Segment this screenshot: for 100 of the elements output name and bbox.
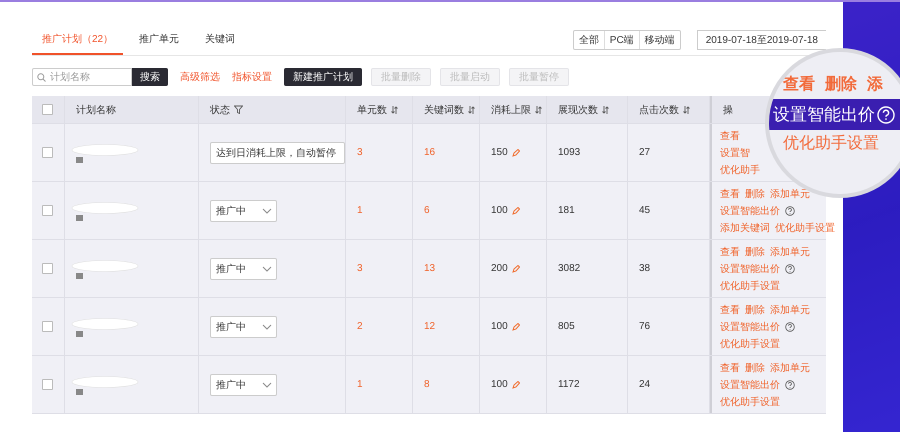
- square-icon: [76, 272, 83, 278]
- status-dropdown[interactable]: 推广中: [210, 374, 277, 396]
- status-dropdown[interactable]: 推广中: [210, 200, 277, 222]
- square-icon: [76, 214, 83, 220]
- unit-count-link[interactable]: 1: [357, 379, 363, 390]
- link[interactable]: 设置智能出价: [773, 103, 875, 126]
- table-cell: 38: [639, 263, 650, 274]
- sort-icon: [683, 106, 690, 114]
- link[interactable]: 设置智能出价: [720, 320, 780, 334]
- link[interactable]: 优化助手设置: [720, 336, 780, 350]
- caret-icon: [262, 324, 272, 330]
- link[interactable]: 查看: [720, 186, 740, 200]
- redacted-name: [71, 200, 141, 214]
- link[interactable]: 查看: [720, 360, 740, 374]
- checkbox[interactable]: [42, 147, 53, 158]
- filter-icon: [234, 105, 243, 114]
- link[interactable]: 设置智能出价: [720, 262, 780, 276]
- pencil-icon: [512, 264, 520, 272]
- redacted-name: [71, 374, 141, 388]
- link[interactable]: 添加单元: [770, 360, 810, 374]
- column-header[interactable]: 消耗上限: [491, 102, 531, 116]
- keyword-count-link[interactable]: 12: [424, 321, 436, 332]
- checkbox[interactable]: [42, 379, 53, 390]
- link[interactable]: 优化助手设置: [783, 133, 879, 154]
- status-dropdown[interactable]: 推广中: [210, 258, 277, 280]
- column-header[interactable]: 操: [723, 102, 733, 116]
- table-cell: 1172: [558, 379, 580, 390]
- link[interactable]: 删除: [745, 186, 765, 200]
- sort-icon: [602, 106, 609, 114]
- link[interactable]: 查看: [720, 128, 740, 142]
- caret-icon: [262, 382, 272, 388]
- sort-icon: [535, 106, 542, 114]
- table-cell: 76: [639, 321, 650, 332]
- table-cell: 100: [491, 321, 508, 332]
- link[interactable]: 添加关键词: [720, 220, 770, 234]
- link[interactable]: 删除: [745, 244, 765, 258]
- column-header[interactable]: 计划名称: [76, 102, 116, 116]
- link[interactable]: 添加单元: [770, 302, 810, 316]
- unit-count-link[interactable]: 1: [357, 205, 363, 216]
- column-header[interactable]: 展现次数: [558, 102, 598, 116]
- link[interactable]: 添加单元: [770, 186, 810, 200]
- checkbox[interactable]: [42, 205, 53, 216]
- device-option[interactable]: PC端: [604, 31, 640, 49]
- link[interactable]: 设置智能出价: [720, 204, 780, 218]
- link[interactable]: 删除: [825, 74, 857, 95]
- search-button[interactable]: 搜索: [132, 68, 168, 86]
- column-header[interactable]: 单元数: [357, 102, 387, 116]
- unit-count-link[interactable]: 3: [357, 147, 363, 158]
- checkbox[interactable]: [42, 263, 53, 274]
- keyword-count-link[interactable]: 13: [424, 263, 436, 274]
- link[interactable]: 查看: [783, 74, 815, 95]
- link[interactable]: 添加单元: [770, 244, 810, 258]
- square-icon: [76, 156, 83, 162]
- checkbox[interactable]: [42, 321, 53, 332]
- status-dropdown[interactable]: 达到日消耗上限，自动暂停: [210, 142, 345, 164]
- link[interactable]: 设置智能出价: [720, 378, 780, 392]
- keyword-count-link[interactable]: 16: [424, 147, 436, 158]
- table-cell: 181: [558, 205, 575, 216]
- keyword-count-link[interactable]: 8: [424, 379, 430, 390]
- link[interactable]: 优化助手设置: [720, 394, 780, 408]
- search-field[interactable]: 计划名称: [32, 68, 132, 86]
- sort-icon: [468, 106, 475, 114]
- column-header[interactable]: 状态: [210, 102, 230, 116]
- link[interactable]: 删除: [745, 302, 765, 316]
- table-cell: 27: [639, 147, 650, 158]
- link[interactable]: 查看: [720, 244, 740, 258]
- caret-icon: [262, 208, 272, 214]
- keyword-count-link[interactable]: 6: [424, 205, 430, 216]
- status-dropdown[interactable]: 推广中: [210, 316, 277, 338]
- link[interactable]: 高级筛选: [180, 70, 220, 84]
- date-range-field[interactable]: 2019-07-18至2019-07-18: [696, 30, 826, 50]
- checkbox[interactable]: [42, 104, 53, 115]
- table-cell: 100: [491, 205, 508, 216]
- search-icon: [37, 73, 46, 82]
- link[interactable]: 查看: [720, 302, 740, 316]
- link[interactable]: 优化助手设置: [775, 220, 835, 234]
- square-icon: [76, 388, 83, 394]
- toolbar-button[interactable]: 新建推广计划: [284, 68, 362, 86]
- link[interactable]: 添: [867, 74, 883, 95]
- tab[interactable]: 推广计划（22）: [32, 26, 124, 55]
- column-header[interactable]: 点击次数: [639, 102, 679, 116]
- pencil-icon: [512, 322, 520, 330]
- table-cell: 200: [491, 263, 508, 274]
- table-cell: 24: [639, 379, 650, 390]
- link[interactable]: 指标设置: [232, 70, 272, 84]
- tab[interactable]: 推广单元: [129, 26, 190, 55]
- device-option[interactable]: 移动端: [640, 31, 680, 49]
- device-option[interactable]: 全部: [574, 31, 605, 49]
- link[interactable]: 优化助手设置: [720, 278, 780, 292]
- table-cell: 805: [558, 321, 575, 332]
- tab[interactable]: 关键词: [195, 26, 246, 55]
- pencil-icon: [512, 206, 520, 214]
- table-cell: 100: [491, 379, 508, 390]
- link[interactable]: 删除: [745, 360, 765, 374]
- table-cell: 1093: [558, 147, 580, 158]
- column-header[interactable]: 关键词数: [424, 102, 464, 116]
- link[interactable]: 优化助手: [720, 162, 760, 176]
- link[interactable]: 设置智: [720, 146, 750, 160]
- unit-count-link[interactable]: 3: [357, 263, 363, 274]
- unit-count-link[interactable]: 2: [357, 321, 363, 332]
